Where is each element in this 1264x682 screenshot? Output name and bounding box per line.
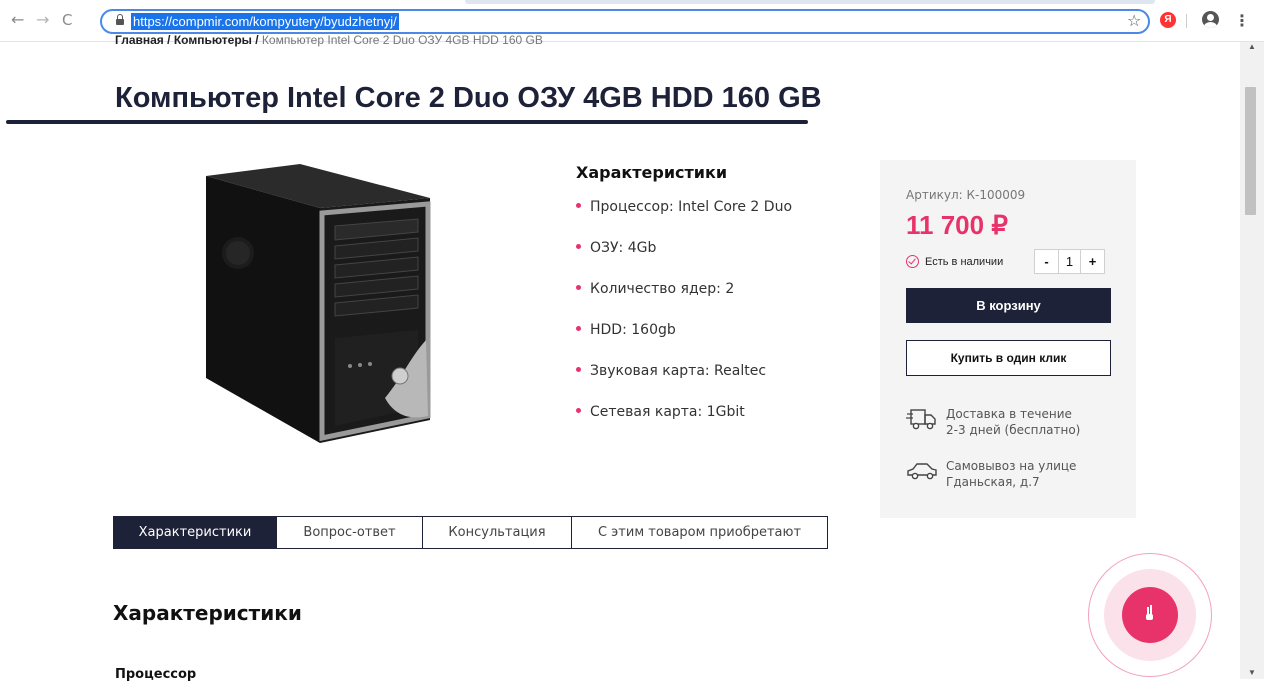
spec-list: Процессор: Intel Core 2 Duo ОЗУ: 4Gb Кол… [576, 199, 792, 445]
bullet-icon [576, 243, 581, 249]
qty-minus-button[interactable]: - [1035, 250, 1058, 273]
delivery-truck-icon [906, 409, 936, 430]
yandex-extension-icon[interactable]: Я [1160, 12, 1176, 28]
tab-related-products[interactable]: С этим товаром приобретают [571, 517, 827, 548]
url-text[interactable]: https://compmir.com/kompyutery/byudzhetn… [131, 13, 399, 30]
car-icon [907, 463, 937, 480]
buy-box: Артикул: К-100009 11 700 ₽ Есть в наличи… [880, 160, 1136, 518]
bullet-icon [576, 407, 581, 413]
title-underline [6, 120, 808, 124]
kebab-menu-icon[interactable]: ⋮ [1234, 11, 1250, 30]
qty-input[interactable]: 1 [1058, 250, 1081, 273]
check-circle-icon [906, 255, 919, 268]
specs-heading: Характеристики [576, 163, 728, 182]
qty-plus-button[interactable]: + [1081, 250, 1104, 273]
spec-text: Звуковая карта: Realtec [590, 363, 767, 379]
price: 11 700 ₽ [906, 210, 1008, 240]
hand-icon [1146, 605, 1153, 620]
tab-consultation[interactable]: Консультация [422, 517, 571, 548]
product-image[interactable] [200, 158, 445, 448]
quantity-stepper: - 1 + [1034, 249, 1105, 274]
buy-one-click-button[interactable]: Купить в один клик [906, 340, 1111, 376]
stock-label: Есть в наличии [925, 255, 1004, 268]
pickup-text: Самовывоз на улице Гданьская, д.7 [946, 458, 1076, 490]
bullet-icon [576, 284, 581, 290]
pickup-line-1: Самовывоз на улице [946, 459, 1077, 473]
bullet-icon [576, 366, 581, 372]
breadcrumb-current: Компьютер Intel Core 2 Duo ОЗУ 4GB HDD 1… [261, 33, 543, 47]
reload-icon[interactable]: C [62, 12, 72, 28]
spec-item: Сетевая карта: 1Gbit [576, 404, 792, 445]
delivery-text: Доставка в течение 2-3 дней (бесплатно) [946, 406, 1080, 438]
back-arrow-icon[interactable]: ← [11, 12, 24, 28]
spec-item: Количество ядер: 2 [576, 281, 792, 322]
tab-strip-edge [465, 0, 1155, 4]
spec-text: ОЗУ: 4Gb [590, 240, 657, 256]
delivery-info: Доставка в течение 2-3 дней (бесплатно) [906, 406, 1080, 438]
breadcrumb: Главная / Компьютеры / Компьютер Intel C… [115, 33, 543, 47]
callback-widget-button[interactable] [1122, 587, 1178, 643]
forward-arrow-icon[interactable]: → [36, 12, 49, 28]
spec-item: Звуковая карта: Realtec [576, 363, 792, 404]
spec-text: HDD: 160gb [590, 322, 676, 338]
product-tabs: Характеристики Вопрос-ответ Консультация… [113, 516, 828, 549]
breadcrumb-category[interactable]: Компьютеры / [174, 33, 259, 47]
scroll-down-arrow-icon[interactable]: ▼ [1248, 668, 1256, 677]
pickup-line-2: Гданьская, д.7 [946, 475, 1040, 489]
address-bar[interactable]: https://compmir.com/kompyutery/byudzhetn… [100, 9, 1150, 34]
bullet-icon [576, 325, 581, 331]
add-to-cart-button[interactable]: В корзину [906, 288, 1111, 323]
spec-text: Сетевая карта: 1Gbit [590, 404, 745, 420]
toolbar-divider [1186, 14, 1187, 28]
breadcrumb-home[interactable]: Главная / [115, 33, 170, 47]
tab-questions[interactable]: Вопрос-ответ [276, 517, 422, 548]
tab-characteristics[interactable]: Характеристики [114, 517, 276, 548]
scroll-thumb[interactable] [1245, 87, 1256, 215]
bullet-icon [576, 202, 581, 208]
spec-text: Процессор: Intel Core 2 Duo [590, 199, 793, 215]
scroll-up-arrow-icon[interactable]: ▲ [1248, 42, 1256, 51]
lock-icon [116, 14, 124, 25]
spec-item: Процессор: Intel Core 2 Duo [576, 199, 792, 240]
profile-icon[interactable] [1202, 11, 1219, 28]
bookmark-star-icon[interactable]: ☆ [1127, 11, 1141, 30]
delivery-line-1: Доставка в течение [946, 407, 1072, 421]
spec-text: Количество ядер: 2 [590, 281, 735, 297]
delivery-line-2: 2-3 дней (бесплатно) [946, 423, 1081, 437]
sku-label: Артикул: К-100009 [906, 188, 1026, 202]
page-scrollbar[interactable]: ▲ ▼ [1240, 42, 1264, 679]
pickup-info: Самовывоз на улице Гданьская, д.7 [906, 458, 1076, 490]
stock-status: Есть в наличии [906, 255, 1003, 268]
spec-item: ОЗУ: 4Gb [576, 240, 792, 281]
section-subheading: Процессор [115, 667, 197, 682]
page-title: Компьютер Intel Core 2 Duo ОЗУ 4GB HDD 1… [115, 82, 822, 114]
spec-item: HDD: 160gb [576, 322, 792, 363]
section-heading: Характеристики [113, 601, 302, 625]
